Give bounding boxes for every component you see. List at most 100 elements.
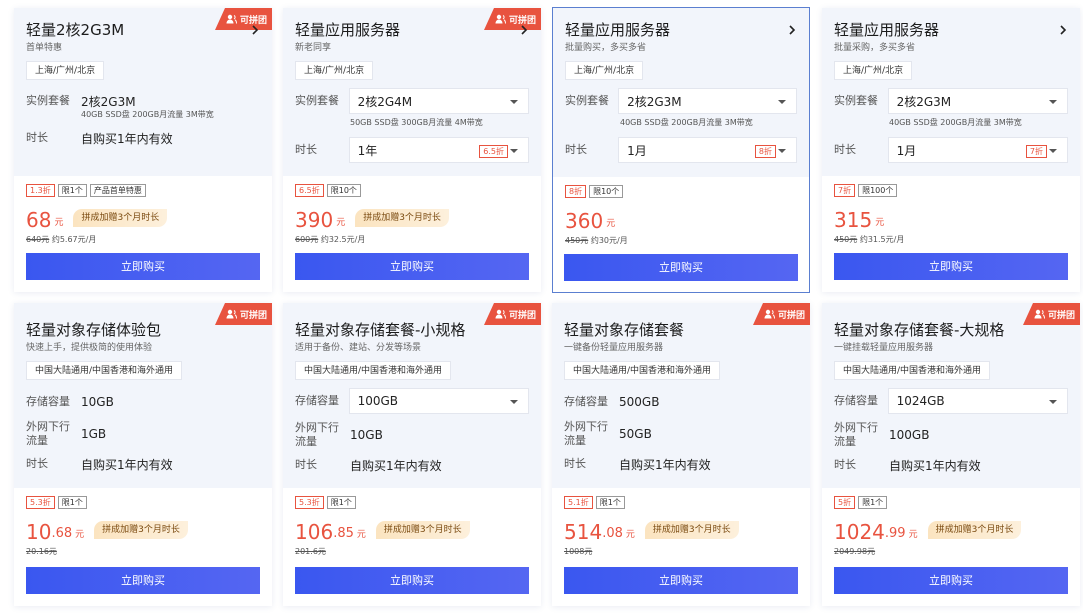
plan-select[interactable]: 2核2G4M xyxy=(348,88,529,114)
group-buy-badge: 可拼团 xyxy=(753,303,810,325)
card-subtitle: 新老同享 xyxy=(295,43,332,53)
buy-button[interactable]: 立即购买 xyxy=(295,253,529,280)
chevron-right-icon[interactable] xyxy=(519,23,529,37)
caret-down-icon xyxy=(510,400,518,404)
duration-discount: 8折 xyxy=(754,145,776,158)
badge-label: 可拼团 xyxy=(239,310,267,321)
price-unit: 元 xyxy=(625,530,635,540)
discount-tags: 6.5折 限10个 xyxy=(295,184,529,197)
plan-select[interactable]: 2核2G3M xyxy=(887,88,1068,114)
region-tag[interactable]: 上海/广州/北京 xyxy=(295,61,374,80)
duration-select[interactable]: 1年 6.5折 xyxy=(348,137,529,163)
promo-label: 拼成加赠3个月时长 xyxy=(644,521,739,539)
first-order-tag: 产品首单特惠 xyxy=(89,184,146,197)
per-month-price: 约31.5元/月 xyxy=(859,235,905,244)
buy-button[interactable]: 立即购买 xyxy=(834,567,1068,594)
product-card-cos-trial: 可拼团 轻量对象存储体验包 快速上手，提供极简的使用体验 中国大陆通用/中国香港… xyxy=(14,303,272,606)
discount-tag: 5折 xyxy=(834,496,856,509)
product-card-cos-small: 可拼团 轻量对象存储套餐-小规格 适用于备份、建站、分发等场景 中国大陆通用/中… xyxy=(283,303,541,606)
discount-tags: 7折 限100个 xyxy=(834,184,1068,197)
price-decimal: .08 xyxy=(602,526,623,541)
group-users-icon xyxy=(226,14,237,24)
duration-discount: 6.5折 xyxy=(479,145,508,158)
original-price: 450元 xyxy=(565,236,589,245)
group-users-icon xyxy=(1034,309,1045,319)
capacity-label: 存储容量 xyxy=(834,394,878,407)
duration-label: 时长 xyxy=(565,143,587,156)
caret-down-icon xyxy=(510,100,518,104)
price-decimal: .85 xyxy=(333,526,354,541)
caret-down-icon xyxy=(778,149,786,153)
discount-tag: 1.3折 xyxy=(26,184,55,197)
duration-label: 时长 xyxy=(295,458,317,471)
group-buy-badge: 可拼团 xyxy=(1023,303,1080,325)
capacity-select[interactable]: 1024GB xyxy=(887,388,1068,414)
region-tag[interactable]: 中国大陆通用/中国香港和海外通用 xyxy=(26,361,183,380)
duration-value: 自购买1年内有效 xyxy=(889,458,981,473)
buy-button[interactable]: 立即购买 xyxy=(295,567,529,594)
traffic-label: 外网下行流量 xyxy=(564,420,608,447)
duration-value: 自购买1年内有效 xyxy=(81,131,173,146)
region-tag[interactable]: 中国大陆通用/中国香港和海外通用 xyxy=(295,361,452,380)
original-price: 2049.98元 xyxy=(834,547,876,556)
duration-label: 时长 xyxy=(26,457,48,470)
plan-select[interactable]: 2核2G3M xyxy=(618,88,797,114)
capacity-label: 存储容量 xyxy=(295,394,339,407)
buy-button[interactable]: 立即购买 xyxy=(834,253,1068,280)
discount-tags: 8折 限10个 xyxy=(565,185,797,198)
duration-label: 时长 xyxy=(564,457,586,470)
discount-tag: 5.3折 xyxy=(295,496,324,509)
buy-button[interactable]: 立即购买 xyxy=(564,567,798,594)
region-tag[interactable]: 中国大陆通用/中国香港和海外通用 xyxy=(564,361,721,380)
promo-label: 拼成加赠3个月时长 xyxy=(73,209,168,227)
caret-down-icon xyxy=(510,149,518,153)
region-tag[interactable]: 中国大陆通用/中国香港和海外通用 xyxy=(834,361,991,380)
plan-value: 2核2G4M xyxy=(357,94,413,109)
product-card-lighthouse-bulk-7: 轻量应用服务器 批量采购，多买多省 上海/广州/北京 实例套餐 2核2G3M 4… xyxy=(822,8,1080,292)
capacity-label: 存储容量 xyxy=(564,395,608,408)
group-users-icon xyxy=(226,309,237,319)
duration-select[interactable]: 1月 8折 xyxy=(618,137,797,163)
product-card-cos-medium: 可拼团 轻量对象存储套餐 一键备份轻量应用服务器 中国大陆通用/中国香港和海外通… xyxy=(552,303,810,606)
buy-button[interactable]: 立即购买 xyxy=(564,254,798,281)
group-buy-badge: 可拼团 xyxy=(484,8,541,30)
traffic-value: 100GB xyxy=(889,428,930,442)
group-buy-badge: 可拼团 xyxy=(484,303,541,325)
region-tag[interactable]: 上海/广州/北京 xyxy=(565,61,644,80)
discount-tag: 8折 xyxy=(565,185,587,198)
price-unit: 元 xyxy=(75,530,85,540)
card-subtitle: 适用于备份、建站、分发等场景 xyxy=(295,343,422,353)
plan-value: 2核2G3M xyxy=(896,94,952,109)
traffic-value: 50GB xyxy=(619,427,652,441)
duration-label: 时长 xyxy=(26,131,48,144)
plan-detail: 50GB SSD盘 300GB月流量 4M带宽 xyxy=(350,118,483,127)
promo-label: 拼成加赠3个月时长 xyxy=(355,209,449,227)
original-price: 20.16元 xyxy=(26,547,57,556)
buy-button[interactable]: 立即购买 xyxy=(26,253,260,280)
chevron-right-icon[interactable] xyxy=(1058,23,1068,37)
region-tag[interactable]: 上海/广州/北京 xyxy=(834,61,913,80)
discount-tag: 7折 xyxy=(834,184,856,197)
discount-tags: 5折 限1个 xyxy=(834,496,1068,509)
duration-value: 1月 xyxy=(627,143,647,158)
duration-select[interactable]: 1月 7折 xyxy=(887,137,1068,163)
price-integer: 10 xyxy=(26,520,52,544)
capacity-select[interactable]: 100GB xyxy=(348,388,529,414)
plan-label: 实例套餐 xyxy=(295,94,339,107)
original-price: 600元 xyxy=(295,235,319,244)
traffic-value: 10GB xyxy=(350,428,383,442)
duration-value: 自购买1年内有效 xyxy=(350,458,442,473)
capacity-value: 10GB xyxy=(81,395,114,409)
card-subtitle: 批量购买，多买多省 xyxy=(565,43,647,53)
chevron-right-icon[interactable] xyxy=(787,23,797,37)
traffic-label: 外网下行流量 xyxy=(26,420,70,447)
chevron-right-icon[interactable] xyxy=(250,23,260,37)
region-tag[interactable]: 上海/广州/北京 xyxy=(26,61,105,80)
badge-label: 可拼团 xyxy=(508,310,536,321)
buy-button[interactable]: 立即购买 xyxy=(26,567,260,594)
discount-tags: 5.1折 限1个 xyxy=(564,496,798,509)
traffic-value: 1GB xyxy=(81,427,107,441)
card-title: 轻量应用服务器 xyxy=(565,21,671,39)
original-price: 450元 xyxy=(834,235,858,244)
capacity-label: 存储容量 xyxy=(26,395,70,408)
